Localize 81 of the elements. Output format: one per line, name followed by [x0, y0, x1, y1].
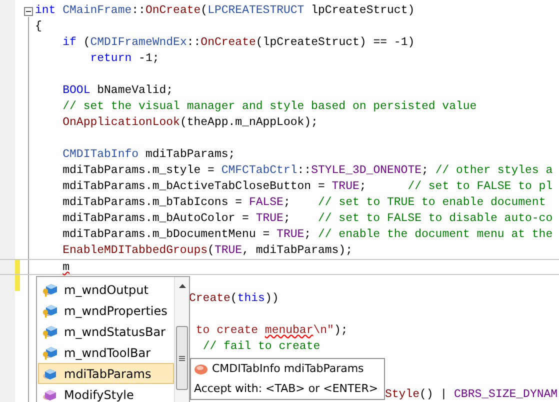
code-macro: TRUE [256, 212, 284, 225]
field-cube-key-icon [42, 324, 58, 338]
code-keyword: return [90, 52, 132, 65]
code-text: mdiTabParams; [145, 148, 236, 161]
code-comment: // set to TRUE to enable document [318, 196, 546, 209]
code-comment: // set to FALSE to pl [408, 180, 553, 193]
code-function: OnApplicationLook [62, 116, 180, 129]
code-macro: TRUE [214, 244, 242, 257]
code-function: Create [189, 292, 230, 305]
code-comment: // other styles a [435, 164, 553, 177]
completion-item[interactable]: m_wndToolBar [38, 342, 174, 363]
collapse-icon[interactable] [24, 7, 33, 16]
tooltip-hint: Accept with: <TAB> or <ENTER> [194, 381, 380, 397]
code-text: ( [208, 244, 214, 257]
code-text: mdiTabParams.m_style = [62, 164, 216, 177]
code-keyword: this [237, 292, 265, 305]
completion-item[interactable]: ModifyStyle [38, 384, 174, 402]
code-text: mdiTabParams.m_bAutoColor = [62, 212, 250, 225]
code-keyword: int [35, 4, 56, 17]
code-string: \n" [313, 324, 334, 337]
field-cube-key-icon [42, 304, 58, 318]
code-text: mdiTabParams.m_bActiveTabCloseButton = [62, 180, 326, 193]
code-text: mdiTabParams.m_bDocumentMenu = [62, 228, 271, 241]
code-type: CMainFrame [62, 4, 132, 17]
code-type: CMFCTabCtrl [221, 164, 298, 177]
completion-item[interactable]: mdiTabParams [38, 363, 174, 384]
code-comment: // enable the document menu at the [318, 228, 553, 241]
code-comment: // fail to create [202, 340, 320, 353]
code-text: :: [297, 164, 312, 177]
code-comment: // set the visual manager and style based on persisted value [62, 100, 477, 113]
tooltip-signature: CMDITabInfo mdiTabParams [212, 361, 364, 378]
scroll-up-icon[interactable] [178, 284, 186, 288]
code-comment: // set to FALSE to disable auto-co [318, 212, 553, 225]
code-string: to create [196, 324, 260, 337]
code-text: (lpCreateStruct) == -1) [256, 36, 415, 49]
code-type: CMDIFrameWndEx [90, 36, 187, 49]
code-text: () | [420, 388, 448, 401]
code-type: LPCREATESTRUCT [208, 4, 304, 17]
code-text: (theApp.m_nAppLook); [180, 116, 318, 129]
code-text: ; [422, 164, 430, 177]
code-macro: TRUE [276, 228, 304, 241]
completion-item[interactable]: m_wndOutput [38, 279, 174, 300]
code-macro: TRUE [332, 180, 360, 193]
field-cube-key-icon [42, 282, 58, 296]
code-type: CMDITabInfo [62, 148, 139, 161]
completion-item[interactable]: m_wndStatusBar [38, 321, 174, 342]
code-text: :: [132, 4, 146, 17]
code-function: EnableMDITabbedGroups [62, 244, 208, 257]
code-function: Style [385, 388, 420, 401]
code-text: ( [230, 292, 238, 305]
field-gem-icon [194, 364, 208, 375]
code-keyword: BOOL [62, 84, 90, 97]
code-text: lpCreateStruct) [311, 4, 415, 17]
code-text: )) [264, 292, 279, 305]
code-keyword: if [62, 36, 76, 49]
scrollbar[interactable] [174, 277, 189, 402]
code-text: bNameValid; [97, 84, 174, 97]
code-macro: FALSE [248, 196, 284, 209]
code-text: ( [83, 36, 90, 49]
code-text: ); [334, 324, 348, 337]
code-text: ; [359, 180, 368, 193]
field-cube-icon [42, 366, 58, 380]
code-text: ( [200, 4, 208, 17]
code-text: -1; [138, 52, 160, 65]
method-cube-icon [42, 388, 58, 402]
code-string: menubar [264, 324, 314, 337]
code-function: OnCreate [145, 4, 201, 17]
code-text: ; [283, 212, 292, 225]
completion-item[interactable]: m_wndProperties [38, 300, 174, 321]
code-text: m [62, 261, 70, 274]
field-cube-key-icon [42, 346, 58, 360]
code-text: :: [186, 36, 201, 49]
code-text: , mdiTabParams); [242, 244, 352, 257]
code-text: ; [283, 196, 292, 209]
code-macro: STYLE_3D_ONENOTE [311, 164, 422, 177]
code-text: { [35, 20, 42, 33]
code-macro: CBRS_SIZE_DYNAM [454, 388, 558, 401]
scroll-thumb[interactable] [176, 326, 188, 390]
code-text: mdiTabParams.m_bTabIcons = [62, 196, 244, 209]
code-text: ; [304, 228, 312, 241]
code-function: OnCreate [200, 36, 256, 49]
